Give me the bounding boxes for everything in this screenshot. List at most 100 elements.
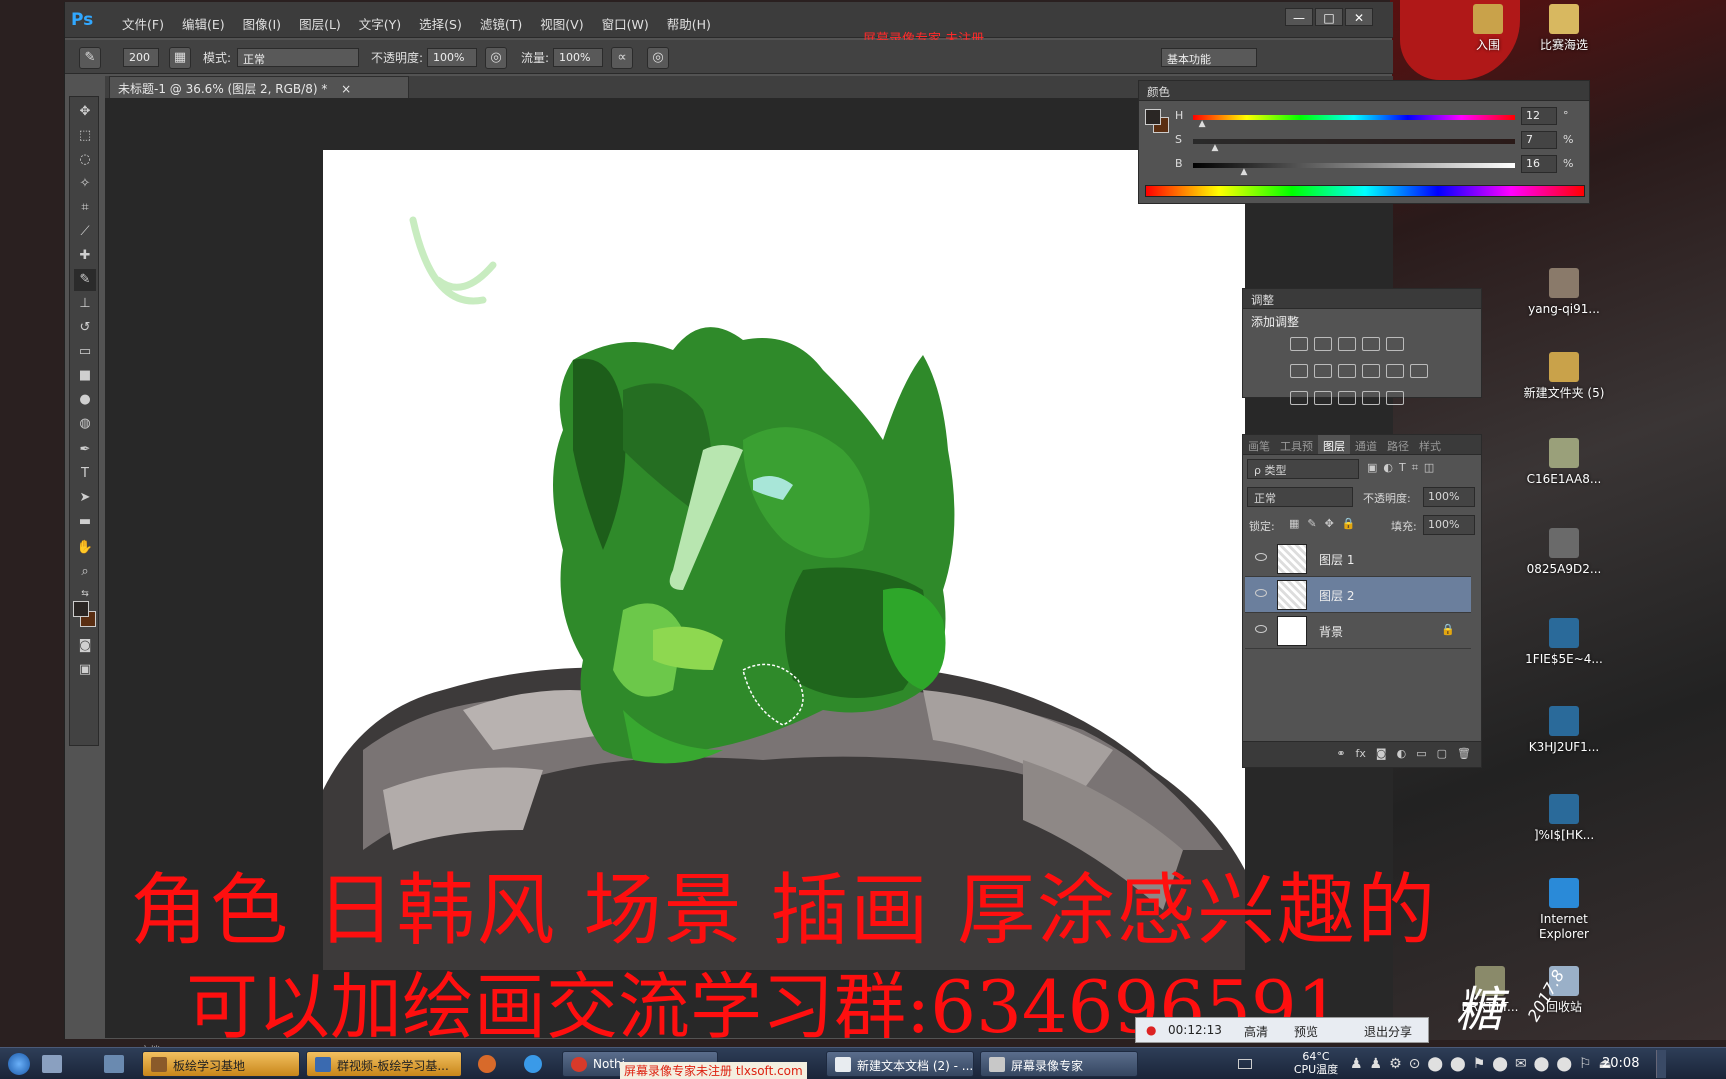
airbrush-icon[interactable]: ∝ — [611, 47, 633, 69]
pinned-app-icon[interactable] — [478, 1055, 496, 1073]
visibility-eye-icon[interactable] — [1255, 553, 1267, 561]
curves-icon[interactable] — [1338, 337, 1356, 351]
photo-filter-icon[interactable] — [1362, 364, 1380, 378]
slider-thumb-icon[interactable]: ▲ — [1212, 143, 1219, 153]
folder-icon[interactable]: ▭ — [1416, 747, 1426, 762]
layer-filter-icons[interactable]: ▣◐T⌗◫ — [1367, 461, 1440, 475]
media-player-icon[interactable] — [524, 1055, 542, 1073]
workspace-select[interactable]: 基本功能 — [1161, 48, 1257, 67]
stamp-tool-icon[interactable]: ⊥ — [74, 293, 96, 315]
hue-saturation-icon[interactable] — [1290, 364, 1308, 378]
trash-icon[interactable]: 🗑 — [1457, 747, 1471, 762]
close-button[interactable]: ✕ — [1345, 8, 1373, 26]
preview-button[interactable]: 预览 — [1294, 1023, 1318, 1040]
slider-value[interactable]: 12 — [1521, 107, 1557, 125]
crop-tool-icon[interactable]: ⌗ — [74, 197, 96, 219]
keyboard-icon[interactable] — [1238, 1059, 1252, 1069]
history-brush-tool-icon[interactable]: ↺ — [74, 317, 96, 339]
visibility-eye-icon[interactable] — [1255, 589, 1267, 597]
marquee-tool-icon[interactable]: ⬚ — [74, 125, 96, 147]
desktop-icon-1[interactable]: 比赛海选 — [1519, 4, 1609, 53]
slider-track[interactable] — [1193, 139, 1515, 144]
layer-opacity-input[interactable]: 100% — [1423, 487, 1475, 507]
channel-mixer-icon[interactable] — [1386, 364, 1404, 378]
layers-tab-1[interactable]: 工具预 — [1275, 435, 1318, 454]
selective-color-icon[interactable] — [1362, 391, 1380, 405]
menu-item-0[interactable]: 文件(F) — [113, 14, 173, 33]
layer-row[interactable]: 图层 1 — [1245, 541, 1471, 577]
slider-thumb-icon[interactable]: ▲ — [1199, 119, 1206, 129]
layer-filter-select[interactable]: ρ 类型 — [1247, 459, 1359, 479]
screen-mode-icon[interactable]: ▣ — [74, 659, 96, 681]
threshold-icon[interactable] — [1338, 391, 1356, 405]
color-spectrum-bar[interactable] — [1145, 185, 1585, 197]
levels-icon[interactable] — [1314, 337, 1332, 351]
hand-tool-icon[interactable]: ✋ — [74, 537, 96, 559]
vibrance-icon[interactable] — [1386, 337, 1404, 351]
visibility-eye-icon[interactable] — [1255, 625, 1267, 633]
black-white-icon[interactable] — [1338, 364, 1356, 378]
show-desktop-icon[interactable] — [42, 1055, 62, 1073]
lasso-tool-icon[interactable]: ◌ — [74, 149, 96, 171]
menu-item-3[interactable]: 图层(L) — [290, 14, 350, 33]
menu-item-7[interactable]: 视图(V) — [531, 14, 592, 33]
slider-value[interactable]: 16 — [1521, 155, 1557, 173]
opacity-input[interactable]: 100% — [427, 48, 477, 67]
type-tool-icon[interactable]: T — [74, 463, 96, 485]
adjustments-panel-tab[interactable]: 调整 — [1243, 289, 1481, 309]
path-select-tool-icon[interactable]: ➤ — [74, 487, 96, 509]
brush-tool-icon[interactable]: ✎ — [74, 269, 96, 291]
healing-tool-icon[interactable]: ✚ — [74, 245, 96, 267]
fill-input[interactable]: 100% — [1423, 515, 1475, 535]
color-panel-tab[interactable]: 颜色 — [1139, 81, 1589, 101]
menu-item-6[interactable]: 滤镜(T) — [471, 14, 531, 33]
show-desktop-button[interactable] — [1656, 1050, 1666, 1078]
exit-share-button[interactable]: 退出分享 — [1364, 1023, 1412, 1040]
maximize-button[interactable]: □ — [1315, 8, 1343, 26]
document-tab[interactable]: 未标题-1 @ 36.6% (图层 2, RGB/8) * × — [109, 76, 409, 98]
start-button-icon[interactable] — [8, 1053, 30, 1075]
exposure-icon[interactable] — [1362, 337, 1380, 351]
layers-tab-2[interactable]: 图层 — [1318, 435, 1350, 454]
minimize-button[interactable]: — — [1285, 8, 1313, 26]
taskbar-item-study-base[interactable]: 板绘学习基地 — [142, 1051, 300, 1077]
menu-item-8[interactable]: 窗口(W) — [593, 14, 658, 33]
slider-track[interactable] — [1193, 115, 1515, 120]
color-balance-icon[interactable] — [1314, 364, 1332, 378]
eyedropper-tool-icon[interactable]: ⟋ — [74, 221, 96, 243]
color-lookup-icon[interactable] — [1410, 364, 1428, 378]
layers-tab-3[interactable]: 通道 — [1350, 435, 1382, 454]
shape-tool-icon[interactable]: ▬ — [74, 511, 96, 533]
dodge-tool-icon[interactable]: ◍ — [74, 413, 96, 435]
invert-icon[interactable] — [1290, 391, 1308, 405]
posterize-icon[interactable] — [1314, 391, 1332, 405]
slider-value[interactable]: 7 — [1521, 131, 1557, 149]
lock-icons[interactable]: ▦✎✥🔒 — [1289, 517, 1364, 530]
fx-icon[interactable]: fx — [1356, 747, 1366, 762]
layers-tab-5[interactable]: 样式 — [1414, 435, 1446, 454]
layer-row[interactable]: 背景 🔒 — [1245, 613, 1471, 649]
mask-icon[interactable]: ◙ — [1376, 747, 1387, 762]
zoom-tool-icon[interactable]: ⌕ — [74, 561, 96, 583]
slider-thumb-icon[interactable]: ▲ — [1241, 167, 1248, 177]
desktop-icon-6[interactable]: 0825A9D2... — [1519, 528, 1609, 577]
tab-close-icon[interactable]: × — [341, 82, 351, 96]
adjust-icon[interactable]: ◐ — [1397, 747, 1407, 762]
desktop-icon-9[interactable]: ]%I$[HK... — [1519, 794, 1609, 843]
brush-tool-icon[interactable]: ✎ — [79, 47, 101, 69]
layer-row[interactable]: 图层 2 — [1245, 577, 1471, 613]
desktop-icon-3[interactable]: yang-qi91... — [1519, 268, 1609, 317]
quick-mask-icon[interactable]: ◙ — [74, 635, 96, 657]
taskbar-item-screen-recorder[interactable]: 屏幕录像专家 — [980, 1051, 1138, 1077]
flow-input[interactable]: 100% — [553, 48, 603, 67]
layers-tab-0[interactable]: 画笔 — [1243, 435, 1275, 454]
brush-panel-icon[interactable]: ▦ — [169, 47, 191, 69]
brightness-icon[interactable] — [1290, 337, 1308, 351]
gradient-map-icon[interactable] — [1386, 391, 1404, 405]
eraser-tool-icon[interactable]: ▭ — [74, 341, 96, 363]
quality-button[interactable]: 高清 — [1244, 1023, 1268, 1040]
foreground-color-swatch[interactable] — [73, 601, 89, 617]
taskbar-item-text-doc[interactable]: 新建文本文档 (2) - ... — [826, 1051, 974, 1077]
taskbar-item-group-video[interactable]: 群视频-板绘学习基... — [306, 1051, 462, 1077]
desktop-icon-5[interactable]: C16E1AA8... — [1519, 438, 1609, 487]
